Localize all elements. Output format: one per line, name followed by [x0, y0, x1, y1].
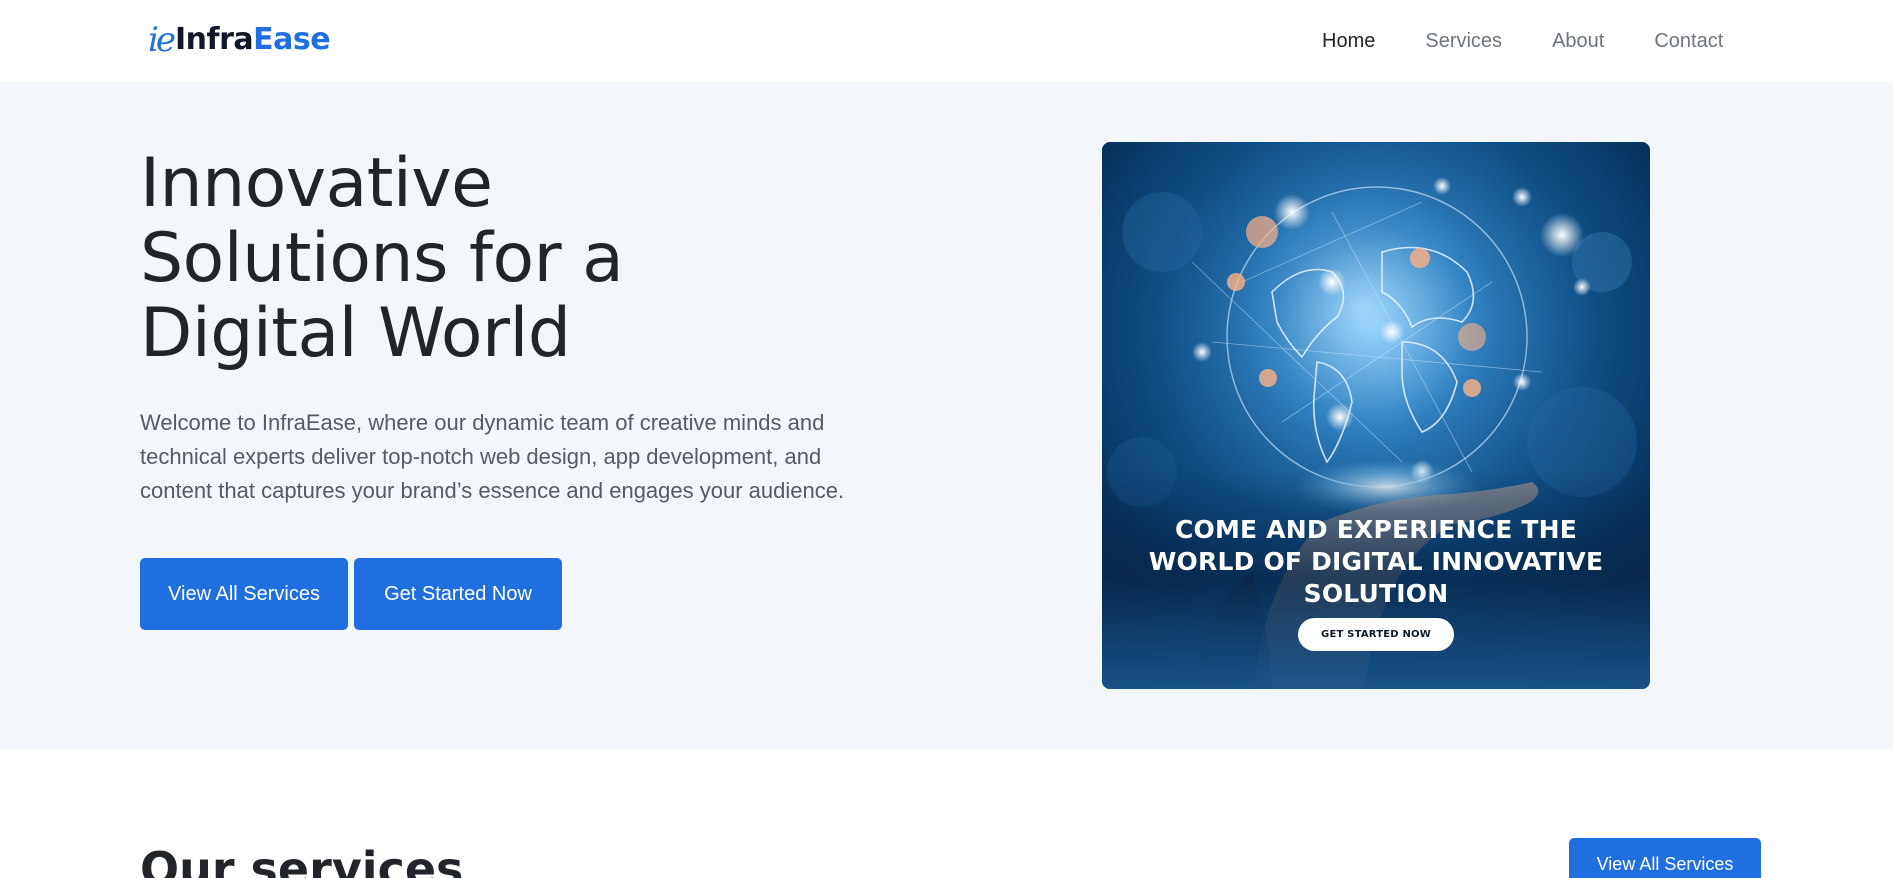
- nav-link-contact[interactable]: Contact: [1654, 27, 1723, 55]
- services-view-all-button[interactable]: View All Services: [1569, 838, 1761, 878]
- hero-title: Innovative Solutions for a Digital World: [140, 144, 624, 373]
- nav-link-services[interactable]: Services: [1425, 27, 1502, 55]
- nav-link-home[interactable]: Home: [1322, 27, 1375, 55]
- brand-logo[interactable]: ie InfraEase: [148, 20, 331, 60]
- get-started-now-button[interactable]: Get Started Now: [354, 558, 562, 630]
- brand-logo-text: InfraEase: [175, 22, 331, 57]
- brand-ease-text: Ease: [253, 22, 331, 57]
- view-all-services-button[interactable]: View All Services: [140, 558, 348, 630]
- site-header: ie InfraEase Home Services About Contact: [0, 0, 1893, 82]
- hero-promo-image: COME AND EXPERIENCE THE WORLD OF DIGITAL…: [1102, 142, 1650, 689]
- hero-description: Welcome to InfraEase, where our dynamic …: [140, 410, 845, 503]
- promo-headline: COME AND EXPERIENCE THE WORLD OF DIGITAL…: [1148, 515, 1604, 608]
- services-title: Our services: [140, 842, 464, 878]
- nav-link-about[interactable]: About: [1552, 27, 1604, 55]
- promo-get-started-button: GET STARTED NOW: [1298, 618, 1454, 651]
- brand-infra-text: Infra: [175, 22, 254, 57]
- services-section: Our services View All Services: [0, 749, 1893, 878]
- main-nav: Home Services About Contact: [1322, 27, 1773, 55]
- hero-section: Innovative Solutions for a Digital World…: [0, 82, 1893, 749]
- brand-logo-mark: ie: [148, 20, 176, 60]
